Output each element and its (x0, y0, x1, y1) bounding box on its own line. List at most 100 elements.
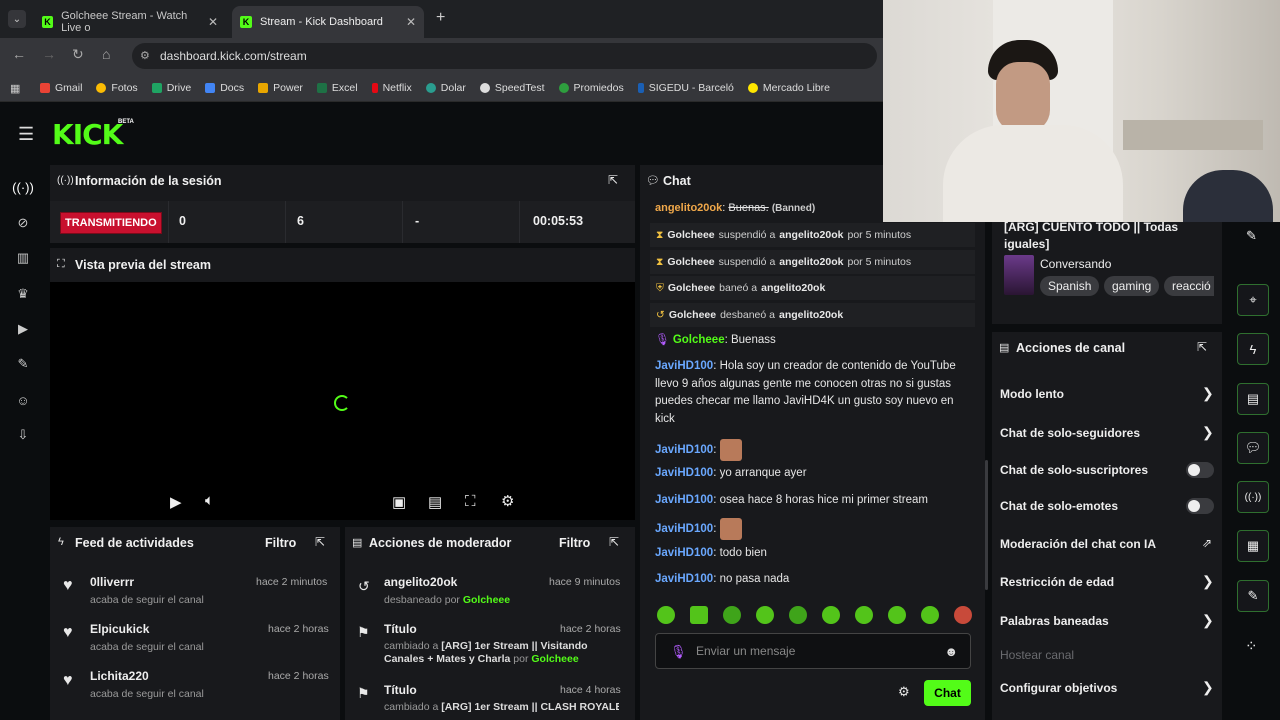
emote-icon[interactable] (789, 606, 807, 624)
capture-icon[interactable]: ⌖ (1237, 284, 1269, 316)
home-icon[interactable]: ⌂ (102, 46, 110, 62)
chevron-right-icon[interactable]: ❯ (1202, 385, 1214, 402)
webcam-person-shirt (943, 125, 1123, 222)
mod-item-name[interactable]: Título (384, 683, 417, 697)
chat-settings-icon[interactable]: ⚙ (898, 684, 910, 700)
stream-title-text: [ARG] CUENTO TODO || Todas iguales] (1004, 220, 1179, 251)
url-field[interactable]: ⚙ dashboard.kick.com/stream (132, 43, 877, 69)
emote-icon[interactable] (855, 606, 873, 624)
stream-nav-icon[interactable]: ((·)) (12, 178, 34, 196)
link-nav-icon[interactable]: ⊘ (14, 214, 32, 232)
emotes-only-toggle[interactable] (1186, 498, 1214, 514)
apps-icon[interactable]: ▦ (10, 82, 20, 95)
bookmark-mercado-libre[interactable]: Mercado Libre (747, 82, 830, 94)
mod-item-name[interactable]: Título (384, 622, 417, 636)
reload-icon[interactable]: ↻ (72, 46, 84, 63)
forward-icon[interactable]: → (42, 46, 56, 62)
bookmark-drive[interactable]: Drive (151, 82, 191, 94)
tab-kick-dashboard[interactable]: K Stream - Kick Dashboard ✕ (232, 6, 424, 38)
apps-dots-icon[interactable]: ⁘ (1245, 637, 1258, 655)
lightning-icon[interactable]: ϟ (1237, 333, 1269, 365)
emote-icon[interactable] (822, 606, 840, 624)
popout-icon[interactable]: ⇱ (609, 535, 619, 549)
feed-item-name[interactable]: Lichita220 (90, 669, 149, 683)
feed-item-name[interactable]: 0lliverrr (90, 575, 134, 589)
banned-words-row[interactable]: Palabras baneadas (1000, 614, 1109, 628)
notes-icon[interactable]: ▤ (1237, 383, 1269, 415)
chevron-right-icon[interactable]: ❯ (1202, 679, 1214, 696)
emote-icon[interactable] (954, 606, 972, 624)
bookmark-dolar[interactable]: Dolar (425, 82, 466, 94)
broadcast-icon[interactable]: ((·)) (1237, 481, 1269, 513)
menu-icon[interactable]: ☰ (18, 124, 34, 145)
new-tab-icon[interactable]: + (436, 9, 445, 27)
configure-goals-row[interactable]: Configurar objetivos (1000, 681, 1117, 695)
chat-message-input[interactable]: 🎙︎ Enviar un mensaje ☻ (655, 633, 971, 669)
feed-item-name[interactable]: Elpicukick (90, 622, 149, 636)
followers-only-row[interactable]: Chat de solo-seguidores (1000, 426, 1140, 440)
analytics-nav-icon[interactable]: ▥ (14, 249, 32, 267)
fullscreen-icon[interactable]: ⛶ (465, 493, 476, 510)
mod-filter-button[interactable]: Filtro (559, 536, 590, 550)
volume-icon[interactable]: 🔈︎ (205, 492, 214, 509)
tools-icon[interactable]: ✎ (1237, 580, 1269, 612)
tag-pill[interactable]: reacció (1164, 276, 1214, 296)
chevron-right-icon[interactable]: ❯ (1202, 424, 1214, 441)
chat-icon[interactable]: 💬︎ (1237, 432, 1269, 464)
emote-icon[interactable] (921, 606, 939, 624)
bookmark-fotos[interactable]: Fotos (96, 82, 138, 94)
close-tab-icon[interactable]: ✕ (406, 15, 416, 29)
video-nav-icon[interactable]: ▶ (14, 320, 32, 338)
feed-item-sub: acaba de seguir el canal (90, 641, 204, 653)
popout-icon[interactable]: ⇱ (608, 173, 618, 187)
popout-icon[interactable]: ⇱ (315, 535, 325, 549)
external-link-icon[interactable]: ⇗ (1202, 536, 1212, 550)
bookmark-speedtest[interactable]: SpeedTest (479, 82, 545, 94)
settings-icon[interactable]: ⚙ (501, 492, 514, 510)
trophy-nav-icon[interactable]: ♛ (14, 285, 32, 303)
send-chat-button[interactable]: Chat (924, 680, 971, 706)
bookmark-promiedos[interactable]: Promiedos (558, 82, 624, 94)
edit-icon[interactable]: ✎ (1246, 228, 1257, 244)
bookmark-netflix[interactable]: Netflix (371, 82, 412, 94)
chat-scrollbar[interactable] (985, 460, 988, 590)
tab-list-button[interactable]: ⌄ (8, 10, 26, 28)
emoji-picker-icon[interactable]: ☻ (944, 644, 958, 659)
download-nav-icon[interactable]: ⇩ (14, 426, 32, 444)
chevron-right-icon[interactable]: ❯ (1202, 573, 1214, 590)
back-icon[interactable]: ← (12, 46, 26, 62)
layout-icon[interactable]: ▦ (1237, 530, 1269, 562)
bookmark-gmail[interactable]: Gmail (40, 82, 82, 94)
slow-mode-row[interactable]: Modo lento (1000, 387, 1064, 401)
ai-moderation-row[interactable]: Moderación del chat con IA (1000, 537, 1156, 551)
emote-icon[interactable] (657, 606, 675, 624)
kick-logo[interactable]: KICK (52, 118, 123, 151)
tools-nav-icon[interactable]: ✎ (14, 355, 32, 373)
users-nav-icon[interactable]: ☺ (14, 391, 32, 409)
subscribers-only-toggle[interactable] (1186, 462, 1214, 478)
emote-icon[interactable] (723, 606, 741, 624)
theater-mode-icon[interactable]: ▤ (428, 493, 442, 511)
tag-pill[interactable]: Spanish (1040, 276, 1100, 296)
emote-icon[interactable] (690, 606, 708, 624)
chevron-right-icon[interactable]: ❯ (1202, 612, 1214, 629)
category-label[interactable]: Conversando (1040, 257, 1111, 271)
emote-icon[interactable] (888, 606, 906, 624)
play-icon[interactable]: ▶ (170, 493, 182, 511)
popout-icon[interactable]: ⇱ (1197, 340, 1207, 354)
age-restriction-row[interactable]: Restricción de edad (1000, 575, 1114, 589)
bookmark-power[interactable]: Power (258, 82, 303, 94)
close-tab-icon[interactable]: ✕ (208, 15, 218, 29)
bookmark-docs[interactable]: Docs (205, 82, 244, 94)
bookmark-excel[interactable]: Excel (316, 82, 358, 94)
site-info-icon[interactable]: ⚙ (140, 49, 150, 62)
miniplayer-icon[interactable]: ▣ (392, 493, 406, 511)
activity-filter-button[interactable]: Filtro (265, 536, 296, 550)
emote-icon[interactable] (756, 606, 774, 624)
category-thumbnail[interactable] (1004, 255, 1034, 295)
mod-item-name[interactable]: angelito20ok (384, 575, 457, 589)
bookmark-sigedu[interactable]: SIGEDU - Barceló (637, 82, 734, 94)
tag-pill[interactable]: gaming (1104, 276, 1160, 296)
tab-golcheee-stream[interactable]: K Golcheee Stream - Watch Live o ✕ (34, 6, 226, 38)
heart-icon: ♥ (63, 624, 73, 641)
